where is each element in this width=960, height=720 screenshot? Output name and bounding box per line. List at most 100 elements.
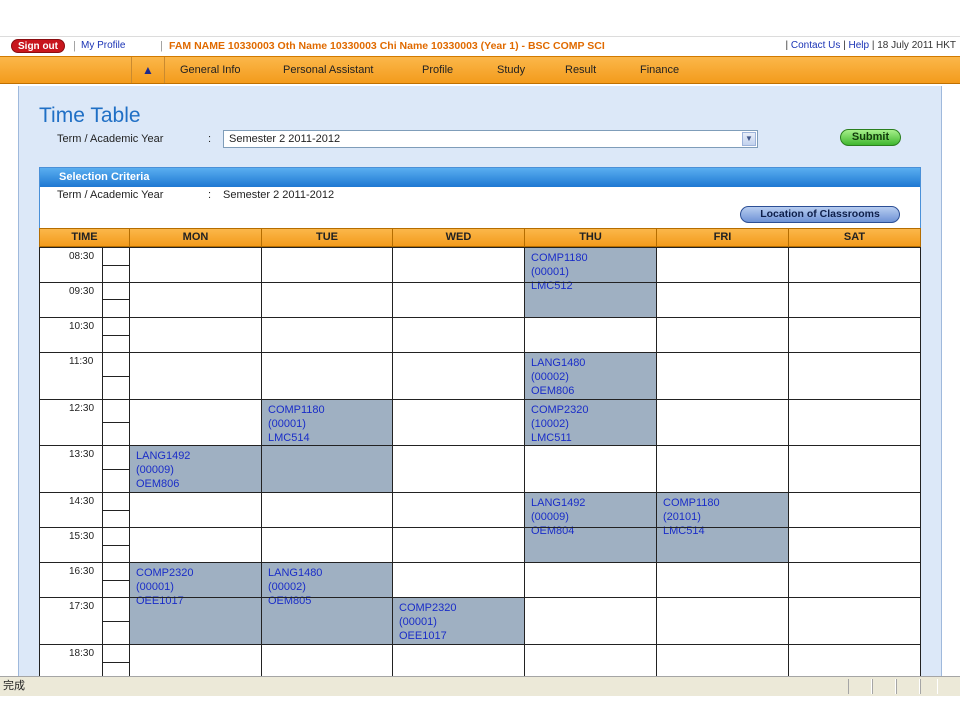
timetable-event[interactable]: LANG1480 (00002) OEM805	[262, 563, 393, 645]
chevron-down-icon[interactable]: ▼	[742, 132, 756, 146]
event-line: LMC514	[268, 432, 310, 444]
event-line: (00002)	[268, 581, 306, 593]
event-line: COMP1180	[663, 497, 720, 509]
event-line: (00009)	[531, 511, 569, 523]
nav-study[interactable]: Study	[497, 64, 525, 76]
grid-col-line	[920, 247, 921, 676]
selection-term-colon: :	[208, 189, 212, 201]
grid-half-line	[102, 545, 129, 546]
status-cell	[896, 679, 920, 694]
grid-col-line	[656, 247, 657, 676]
top-right-links: | Contact Us | Help | 18 July 2011 HKT	[785, 40, 957, 51]
timetable-event[interactable]: COMP1180 (00001) LMC512	[525, 248, 657, 318]
status-bar: 完成	[0, 676, 960, 696]
status-cell	[920, 679, 938, 694]
event-line: (00001)	[399, 616, 437, 628]
time-label: 14:30	[69, 496, 95, 507]
event-line: COMP1180	[268, 404, 325, 416]
grid-col-line	[788, 247, 789, 676]
event-line: OEM806	[531, 385, 575, 397]
status-cell	[848, 679, 872, 694]
grid-half-line	[102, 662, 129, 663]
timetable-event[interactable]: LANG1492 (00009) OEM806	[130, 446, 262, 493]
term-select-value: Semester 2 2011-2012	[229, 133, 341, 145]
event-line: LANG1492	[136, 450, 191, 462]
nav-personal-assistant[interactable]: Personal Assistant	[283, 64, 374, 76]
sign-out-button[interactable]: Sign out	[11, 39, 65, 53]
timetable-event[interactable]: COMP1180 (00001) LMC514	[262, 400, 393, 493]
grid-col-line	[261, 247, 262, 676]
grid-half-line	[102, 265, 129, 266]
help-link[interactable]: Help	[849, 40, 870, 51]
grid-half-line	[102, 335, 129, 336]
event-line: (00002)	[531, 371, 569, 383]
event-line: LANG1480	[268, 567, 323, 579]
separator: |	[73, 40, 76, 52]
time-label: 18:30	[69, 648, 95, 659]
student-info: FAM NAME 10330003 Oth Name 10330003 Chi …	[169, 40, 605, 52]
location-of-classrooms-button[interactable]: Location of Classrooms	[740, 206, 900, 223]
time-label: 10:30	[69, 321, 95, 332]
event-line: (00001)	[531, 266, 569, 278]
event-line: OEE1017	[399, 630, 447, 642]
time-label: 17:30	[69, 601, 95, 612]
event-line: LANG1480	[531, 357, 586, 369]
grid-half-line	[102, 621, 129, 622]
event-line: (10002)	[531, 418, 569, 430]
term-label: Term / Academic Year	[57, 133, 164, 145]
timetable-event[interactable]: LANG1492 (00009) OEM804	[525, 493, 657, 563]
timetable-header-thu: THU	[524, 228, 657, 247]
top-bar: Sign out | My Profile | FAM NAME 1033000…	[0, 36, 960, 56]
event-line: COMP2320	[399, 602, 457, 614]
event-line: (00009)	[136, 464, 174, 476]
time-label: 11:30	[69, 356, 94, 367]
timetable-header-wed: WED	[392, 228, 525, 247]
separator: |	[160, 40, 163, 52]
nav-general-info[interactable]: General Info	[180, 64, 241, 76]
timetable-header-mon: MON	[129, 228, 262, 247]
my-profile-link[interactable]: My Profile	[81, 40, 125, 51]
selection-term-value: Semester 2 2011-2012	[223, 189, 335, 201]
time-label: 16:30	[69, 566, 95, 577]
grid-col-line	[392, 247, 393, 676]
timetable-header-fri: FRI	[656, 228, 789, 247]
grid-half-line	[102, 469, 129, 470]
contact-us-link[interactable]: Contact Us	[791, 40, 840, 51]
timetable-header-tue: TUE	[261, 228, 393, 247]
grid-sub-line	[102, 247, 103, 676]
timetable-event[interactable]: LANG1480 (00002) OEM806	[525, 353, 657, 400]
submit-button[interactable]: Submit	[840, 129, 901, 146]
time-label: 08:30	[69, 251, 95, 262]
nav-profile[interactable]: Profile	[422, 64, 453, 76]
grid-half-line	[102, 376, 129, 377]
home-icon[interactable]: ▲	[131, 57, 165, 83]
time-label: 13:30	[69, 449, 95, 460]
event-line: COMP1180	[531, 252, 588, 264]
grid-col-line	[129, 247, 130, 676]
time-label: 15:30	[69, 531, 95, 542]
timetable-event[interactable]: COMP2320 (00001) OEE1017	[130, 563, 262, 645]
timetable-header-time: TIME	[39, 228, 130, 247]
term-select[interactable]: Semester 2 2011-2012 ▼	[223, 130, 758, 148]
term-colon: :	[208, 133, 212, 145]
main-nav: ▲ General Info Personal Assistant Profil…	[0, 56, 960, 84]
timetable-event[interactable]: COMP2320 (00001) OEE1017	[393, 598, 525, 645]
grid-col-line	[39, 247, 40, 676]
event-line: (00001)	[268, 418, 306, 430]
event-line: LMC511	[531, 432, 572, 444]
date-text: 18 July 2011 HKT	[877, 40, 956, 51]
event-line: COMP2320	[531, 404, 589, 416]
grid-half-line	[102, 422, 129, 423]
nav-finance[interactable]: Finance	[640, 64, 679, 76]
selection-criteria-header: Selection Criteria	[40, 168, 920, 187]
nav-result[interactable]: Result	[565, 64, 596, 76]
timetable-event[interactable]: COMP1180 (20101) LMC514	[657, 493, 789, 563]
timetable-event[interactable]: COMP2320 (10002) LMC511	[525, 400, 657, 446]
grid-half-line	[102, 299, 129, 300]
grid-col-line	[524, 247, 525, 676]
event-line: LANG1492	[531, 497, 586, 509]
event-line: OEM806	[136, 478, 180, 490]
event-line: COMP2320	[136, 567, 194, 579]
page-title: Time Table	[39, 104, 141, 127]
event-line: (00001)	[136, 581, 174, 593]
